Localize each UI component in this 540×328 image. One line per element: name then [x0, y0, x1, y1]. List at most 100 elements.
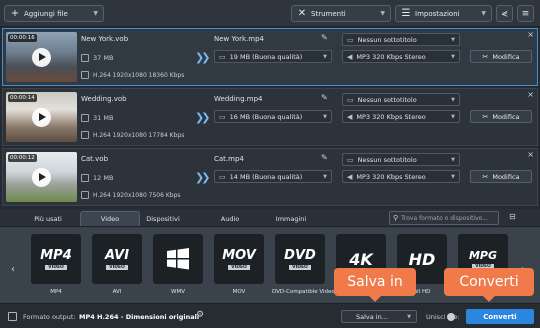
output-name: Wedding.mp4 [214, 95, 263, 103]
chevron-down-icon: ▼ [451, 173, 455, 180]
pencil-icon[interactable]: ✎ [321, 153, 328, 162]
output-size-dropdown[interactable]: ▭ 16 MB (Buona qualità) ▼ [214, 110, 332, 123]
plus-icon: + [10, 8, 20, 19]
tab-most-used[interactable]: Più usati [18, 211, 78, 226]
format-label: MOV [232, 289, 246, 295]
subtitle-dropdown[interactable]: ▭ Nessun sottotitolo ▼ [342, 33, 460, 46]
format-icon-text: HD [408, 249, 436, 269]
settings-button[interactable]: ☰ Impostazioni ▼ [395, 5, 492, 22]
source-name: New York.vob [81, 35, 129, 43]
output-format-label: Formato output: [23, 313, 76, 321]
scissors-icon: ✂ [482, 172, 489, 181]
format-item-mp4[interactable]: MP4 VIDEO MP4 [28, 234, 84, 295]
format-item-dvd[interactable]: DVD VIDEO DVD-Compatible Video [272, 234, 335, 295]
tab-images[interactable]: Immagini [261, 211, 321, 226]
format-item-wmv[interactable]: WMV [150, 234, 206, 295]
chevron-down-icon: ▼ [451, 53, 455, 60]
audio-dropdown[interactable]: ◀ MP3 320 Kbps Stereo ▼ [342, 170, 460, 183]
output-size-dropdown[interactable]: ▭ 19 MB (Buona qualità) ▼ [214, 50, 332, 63]
video-thumbnail[interactable]: 00:00:14 [6, 92, 77, 142]
subtitle-icon: ▭ [347, 95, 354, 104]
arrow-right-icon: ❯❯ [195, 51, 211, 64]
tab-video[interactable]: Video [80, 211, 140, 226]
collapse-panel-icon[interactable]: ⊟ [509, 212, 516, 221]
scissors-icon: ✂ [482, 52, 489, 61]
format-icon-text: DVD [284, 248, 316, 263]
chevron-down-icon: ▼ [451, 36, 455, 43]
format-label: MP4 [50, 289, 62, 295]
chevron-down-icon: ▼ [451, 156, 455, 163]
file-icon: ▭ [219, 172, 226, 181]
add-files-button[interactable]: + Aggiungi file ▼ [4, 5, 104, 22]
film-icon [81, 71, 89, 79]
duration-label: 00:00:14 [8, 94, 37, 102]
merge-files-toggle[interactable] [447, 313, 455, 321]
pencil-icon[interactable]: ✎ [321, 93, 328, 102]
edit-button[interactable]: ✂ Modifica [470, 110, 532, 123]
save-in-callout: Salva in [334, 268, 416, 302]
close-icon[interactable]: × [527, 150, 534, 159]
source-info: H.264 1920x1080 18360 Kbps [81, 71, 184, 79]
search-icon: ⚲ [393, 214, 399, 222]
speaker-icon: ◀ [347, 172, 353, 181]
menu-button[interactable]: ≡ [517, 5, 534, 22]
play-icon[interactable] [32, 48, 51, 67]
video-thumbnail[interactable]: 00:00:12 [6, 152, 77, 202]
file-icon [81, 114, 89, 122]
play-icon[interactable] [32, 168, 51, 187]
source-info-value: H.264 1920x1080 7506 Kbps [93, 191, 181, 199]
mov-icon: MOV VIDEO [214, 234, 264, 284]
format-item-avi[interactable]: AVI VIDEO AVI [89, 234, 145, 295]
windows-logo-icon [153, 234, 203, 284]
edit-button[interactable]: ✂ Modifica [470, 50, 532, 63]
share-button[interactable]: ⋞ [496, 5, 513, 22]
chevron-left-icon[interactable]: ‹ [11, 264, 15, 275]
search-placeholder: Trova formato o dispositivo... [401, 214, 488, 222]
audio-dropdown[interactable]: ◀ MP3 320 Kbps Stereo ▼ [342, 50, 460, 63]
settings-label: Impostazioni [415, 9, 460, 18]
menu-icon: ≡ [521, 8, 530, 19]
file-row[interactable]: 00:00:12 Cat.vob 12 MB H.264 1920x1080 7… [2, 148, 538, 206]
source-size: 12 MB [81, 174, 113, 182]
format-badge: VIDEO [228, 265, 250, 270]
format-label: AVI [112, 289, 122, 295]
file-icon: ▭ [219, 52, 226, 61]
output-name: New York.mp4 [214, 35, 264, 43]
avi-icon: AVI VIDEO [92, 234, 142, 284]
scissors-icon: ✂ [482, 112, 489, 121]
play-icon[interactable] [32, 108, 51, 127]
convert-button[interactable]: Converti [466, 309, 534, 324]
file-row[interactable]: 00:00:14 Wedding.vob 31 MB H.264 1920x10… [2, 88, 538, 146]
source-info-value: H.264 1920x1080 17784 Kbps [93, 131, 185, 139]
share-icon: ⋞ [501, 9, 508, 18]
mp4-icon: MP4 VIDEO [31, 234, 81, 284]
format-badge: VIDEO [106, 265, 128, 270]
edit-label: Modifica [492, 52, 520, 61]
subtitle-dropdown[interactable]: ▭ Nessun sottotitolo ▼ [342, 153, 460, 166]
video-thumbnail[interactable]: 00:00:16 [6, 32, 77, 82]
file-icon: ▭ [219, 112, 226, 121]
file-icon [81, 174, 89, 182]
save-in-dropdown[interactable]: Salva in... ▼ [341, 310, 417, 323]
pencil-icon[interactable]: ✎ [321, 33, 328, 42]
tools-icon: ✕ [297, 8, 307, 19]
file-row[interactable]: 00:00:16 New York.vob 37 MB H.264 1920x1… [2, 28, 538, 86]
format-item-mov[interactable]: MOV VIDEO MOV [211, 234, 267, 295]
subtitle-dropdown[interactable]: ▭ Nessun sottotitolo ▼ [342, 93, 460, 106]
tools-button[interactable]: ✕ Strumenti ▼ [291, 5, 391, 22]
edit-button[interactable]: ✂ Modifica [470, 170, 532, 183]
gear-icon[interactable]: ⚙ [196, 310, 204, 320]
close-icon[interactable]: × [527, 30, 534, 39]
tab-devices[interactable]: Dispositivi [133, 211, 193, 226]
tools-label: Strumenti [311, 9, 346, 18]
format-label: DVD-Compatible Video [272, 289, 335, 295]
source-name: Wedding.vob [81, 95, 127, 103]
output-size-value: 14 MB (Buona qualità) [229, 172, 303, 181]
format-search-input[interactable]: ⚲ Trova formato o dispositivo... [389, 211, 499, 225]
format-icon-text: 4K [349, 249, 373, 269]
tab-audio[interactable]: Audio [200, 211, 260, 226]
settings-icon: ☰ [401, 8, 411, 19]
audio-dropdown[interactable]: ◀ MP3 320 Kbps Stereo ▼ [342, 110, 460, 123]
output-size-dropdown[interactable]: ▭ 14 MB (Buona qualità) ▼ [214, 170, 332, 183]
close-icon[interactable]: × [527, 90, 534, 99]
